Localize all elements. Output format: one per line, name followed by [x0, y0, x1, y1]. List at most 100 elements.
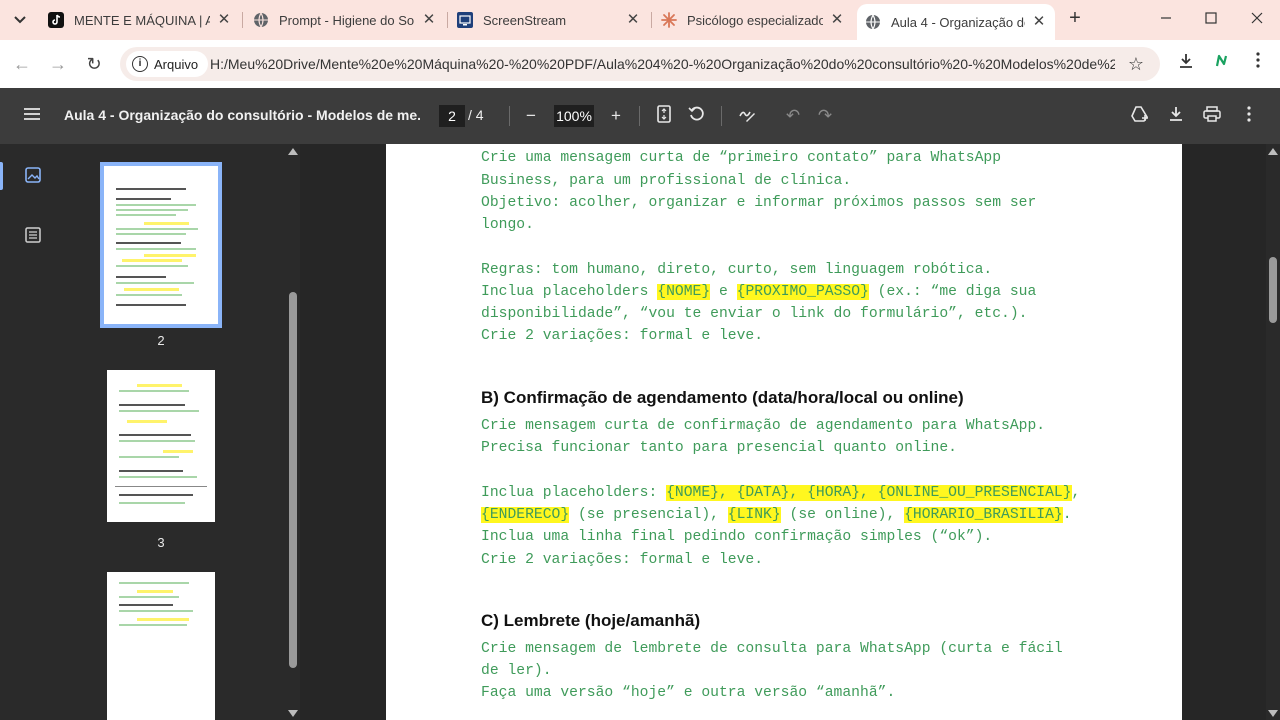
pen-draw-icon	[738, 105, 756, 128]
download-icon	[1167, 105, 1185, 128]
plus-icon: +	[1069, 7, 1081, 29]
scroll-up-arrow-icon[interactable]	[288, 148, 298, 155]
page-thumbnail[interactable]	[107, 370, 215, 522]
thumbnail-label: 2	[157, 333, 165, 348]
zoom-in-button[interactable]: +	[604, 104, 628, 128]
placeholder-highlight: {LINK}	[727, 507, 781, 523]
kebab-menu-icon	[1247, 105, 1251, 127]
page-number-input[interactable]: 2	[439, 105, 465, 127]
page-thumbnail[interactable]	[107, 572, 215, 720]
intro-line: Crie uma mensagem curta de “primeiro con…	[481, 150, 1002, 166]
intro-line: longo.	[481, 217, 534, 233]
browser-tab[interactable]: MENTE E MÁQUINA | Au ✕	[40, 6, 240, 34]
reload-button[interactable]: ↻	[82, 52, 106, 76]
drive-save-button[interactable]	[1128, 104, 1152, 128]
document-scrollbar[interactable]	[1266, 144, 1280, 720]
undo-button[interactable]: ↶	[781, 104, 805, 128]
placeholders-line: Inclua placeholders: {NOME}, {DATA}, {HO…	[481, 485, 1081, 501]
rotate-button[interactable]	[685, 104, 709, 128]
variations-line: Crie 2 variações: formal e leve.	[481, 552, 764, 568]
section-heading: C) Lembrete (hoje/amanhã)	[481, 611, 701, 630]
pdf-side-rail	[0, 144, 68, 720]
minus-icon: −	[526, 106, 536, 125]
annotate-button[interactable]	[735, 104, 759, 128]
extension-button[interactable]	[1210, 52, 1234, 76]
new-tab-button[interactable]: +	[1064, 8, 1086, 30]
close-tab-icon[interactable]: ✕	[829, 12, 845, 28]
pdf-download-button[interactable]	[1164, 104, 1188, 128]
scroll-up-arrow-icon[interactable]	[1268, 148, 1278, 155]
close-tab-icon[interactable]: ✕	[625, 12, 641, 28]
back-button[interactable]: ←	[10, 52, 34, 76]
fit-page-button[interactable]	[652, 104, 676, 128]
thumbnail-scrollbar[interactable]	[286, 144, 300, 720]
thumbnails-view-button[interactable]	[24, 166, 44, 186]
bookmark-star-icon[interactable]: ☆	[1125, 53, 1147, 75]
scrollbar-thumb[interactable]	[289, 292, 297, 668]
scroll-down-arrow-icon[interactable]	[1268, 710, 1278, 717]
list-icon	[24, 227, 42, 248]
maximize-button[interactable]	[1199, 8, 1223, 32]
page-thumbnail[interactable]	[100, 162, 222, 328]
tab-separator	[651, 12, 652, 28]
thumbnail-panel: 2 3	[68, 144, 286, 720]
browser-tab-active[interactable]: Aula 4 - Organização do ✕	[857, 4, 1055, 40]
toolbar-divider	[639, 106, 640, 126]
tab-search-button[interactable]	[6, 7, 34, 33]
downloads-button[interactable]	[1174, 52, 1198, 76]
extension-n-icon	[1213, 54, 1231, 74]
toolbar-divider	[509, 106, 510, 126]
minimize-button[interactable]	[1154, 8, 1178, 32]
section-line: Precisa funcionar tanto para presencial …	[481, 440, 957, 456]
url-text[interactable]: H:/Meu%20Drive/Mente%20e%20Máquina%20-%2…	[210, 56, 1115, 72]
browser-tab[interactable]: ScreenStream ✕	[449, 6, 649, 34]
hamburger-icon	[23, 106, 41, 126]
scrollbar-thumb[interactable]	[1269, 257, 1277, 323]
address-bar[interactable]: i Arquivo H:/Meu%20Drive/Mente%20e%20Máq…	[120, 47, 1160, 81]
globe-icon	[865, 14, 881, 30]
tab-separator	[242, 12, 243, 28]
intro-line: Objetivo: acolher, organizar e informar …	[481, 195, 1037, 211]
sidebar-menu-button[interactable]	[20, 104, 44, 128]
site-info-label: Arquivo	[154, 56, 199, 72]
scroll-down-arrow-icon[interactable]	[288, 710, 298, 717]
site-info-chip[interactable]: i Arquivo	[126, 51, 209, 77]
redo-button[interactable]: ↷	[813, 104, 837, 128]
pdf-more-button[interactable]	[1237, 104, 1261, 128]
close-tab-icon[interactable]: ✕	[1031, 14, 1047, 30]
document-title: Aula 4 - Organização do consultório - Mo…	[64, 107, 420, 123]
close-icon	[1251, 11, 1263, 28]
rotate-icon	[688, 105, 706, 128]
browser-tab[interactable]: Psicólogo especializado ✕	[653, 6, 853, 34]
zoom-level-input[interactable]: 100%	[554, 105, 594, 127]
tab-title: Prompt - Higiene do Son	[279, 12, 415, 28]
print-button[interactable]	[1200, 104, 1224, 128]
zoom-out-button[interactable]: −	[519, 104, 543, 128]
chevron-down-icon	[14, 13, 26, 27]
tab-title: Aula 4 - Organização do	[891, 14, 1025, 30]
page-total: / 4	[468, 107, 484, 123]
section-heading: B) Confirmação de agendamento (data/hora…	[481, 388, 964, 407]
browser-toolbar: ← → ↻ i Arquivo H:/Meu%20Drive/Mente%20e…	[0, 40, 1280, 88]
tab-title: ScreenStream	[483, 12, 567, 28]
toolbar-divider	[721, 106, 722, 126]
placeholders-line: {ENDERECO} (se presencial), {LINK} (se o…	[481, 507, 1072, 523]
outline-view-button[interactable]	[24, 226, 44, 246]
rules-line: Regras: tom humano, direto, curto, sem l…	[481, 262, 993, 278]
close-tab-icon[interactable]: ✕	[216, 12, 232, 28]
redo-icon: ↷	[817, 106, 833, 125]
close-tab-icon[interactable]: ✕	[421, 12, 437, 28]
undo-icon: ↶	[785, 106, 801, 125]
kebab-menu-icon	[1256, 52, 1260, 72]
drive-add-icon	[1130, 105, 1150, 128]
forward-button[interactable]: →	[46, 52, 70, 76]
reload-icon: ↻	[86, 54, 102, 74]
tab-title: Psicólogo especializado	[687, 12, 823, 28]
close-window-button[interactable]	[1245, 8, 1269, 32]
placeholder-highlight: {ENDERECO}	[481, 507, 570, 523]
browser-tab[interactable]: Prompt - Higiene do Son ✕	[245, 6, 445, 34]
browser-menu-button[interactable]	[1246, 52, 1270, 76]
globe-icon	[253, 12, 269, 28]
fit-to-page-icon	[657, 104, 671, 128]
tab-strip: MENTE E MÁQUINA | Au ✕ Prompt - Higiene …	[0, 0, 1280, 40]
